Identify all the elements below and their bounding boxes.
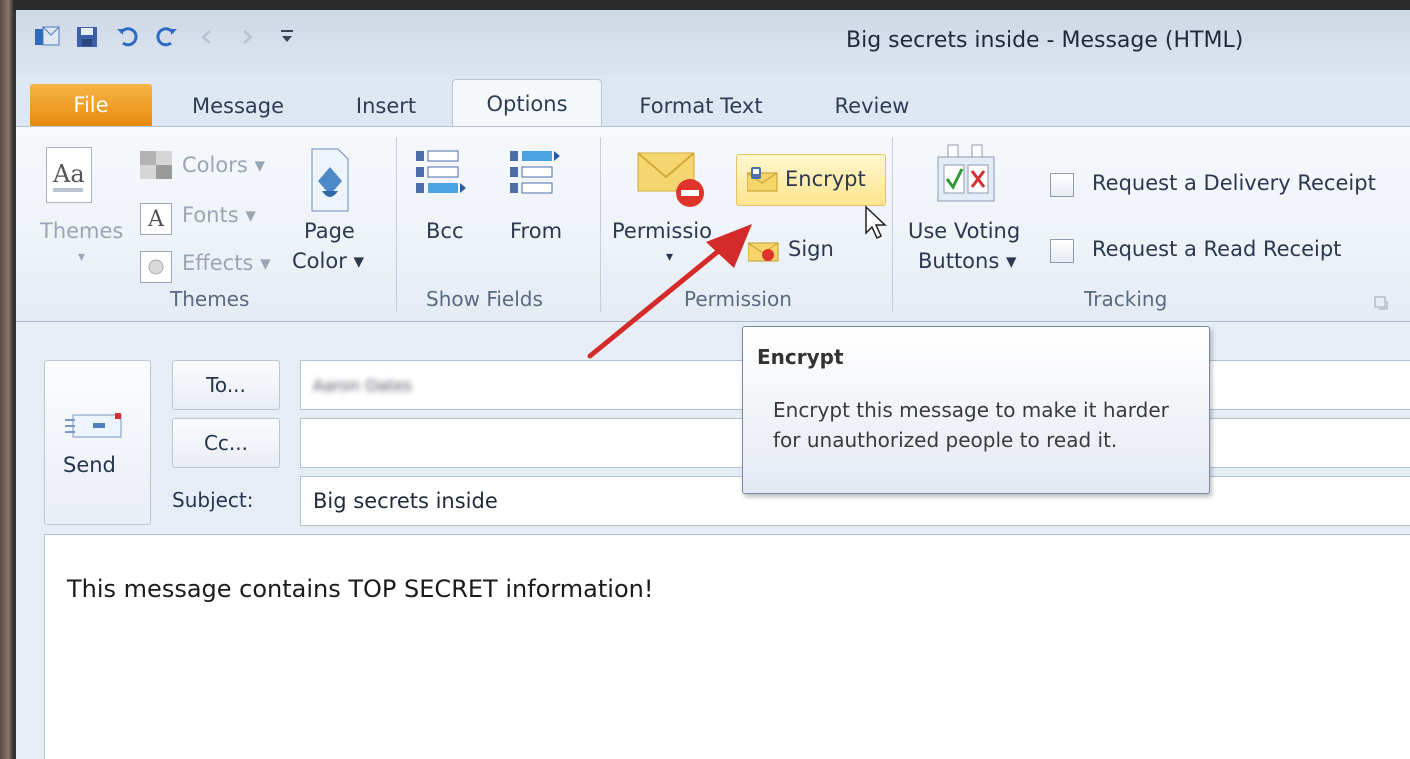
colors-icon: [140, 151, 174, 181]
send-label: Send: [63, 453, 116, 477]
annotation-arrow-icon: [587, 224, 752, 359]
back-icon[interactable]: [194, 24, 220, 50]
tab-options[interactable]: Options: [452, 79, 602, 127]
send-button[interactable]: Send: [44, 360, 151, 525]
tab-review[interactable]: Review: [822, 86, 922, 126]
save-icon[interactable]: [74, 24, 100, 50]
effects-icon: [140, 251, 172, 283]
to-button[interactable]: To...: [172, 360, 280, 410]
tooltip-body: Encrypt this message to make it harder f…: [773, 398, 1169, 452]
window-frame-top: [0, 0, 1410, 10]
page-color-line1: Page: [304, 219, 355, 243]
send-icon: [65, 411, 127, 441]
fonts-icon: A: [140, 203, 172, 235]
from-icon: [506, 147, 566, 207]
tab-message[interactable]: Message: [174, 86, 302, 126]
title-bar: Big secrets inside - Message (HTML): [16, 10, 1410, 75]
encrypt-icon: [746, 167, 779, 193]
voting-line1: Use Voting: [908, 219, 1021, 243]
read-receipt-label[interactable]: Request a Read Receipt: [1092, 237, 1341, 261]
delivery-receipt-checkbox[interactable]: [1050, 173, 1074, 197]
from-button[interactable]: From: [510, 219, 562, 243]
window-title: Big secrets inside - Message (HTML): [846, 28, 1244, 53]
cc-button[interactable]: Cc...: [172, 418, 280, 468]
sign-button[interactable]: Sign: [788, 237, 834, 261]
group-separator: [396, 137, 397, 312]
themes-icon[interactable]: Aa: [46, 147, 92, 203]
themes-group-label: Themes: [170, 287, 250, 311]
tracking-group-label: Tracking: [1084, 287, 1168, 311]
ribbon-tabs: File Message Insert Options Format Text …: [16, 76, 1410, 128]
colors-button[interactable]: Colors ▾: [182, 153, 265, 177]
page-color-icon: [308, 147, 352, 213]
show-fields-group-label: Show Fields: [426, 287, 543, 311]
to-recipient: Aaron Oates: [313, 375, 412, 395]
encrypt-label: Encrypt: [785, 167, 866, 191]
message-body[interactable]: This message contains TOP SECRET informa…: [44, 534, 1410, 759]
message-body-text: This message contains TOP SECRET informa…: [67, 575, 654, 603]
forward-icon[interactable]: [234, 24, 260, 50]
voting-buttons-button[interactable]: Buttons ▾: [918, 249, 1017, 273]
message-window: Big secrets inside - Message (HTML) File…: [14, 10, 1410, 759]
encrypt-button[interactable]: Encrypt: [736, 154, 886, 206]
bcc-button[interactable]: Bcc: [426, 219, 464, 243]
subject-label: Subject:: [172, 488, 254, 512]
encrypt-tooltip: Encrypt Encrypt this message to make it …: [742, 326, 1210, 494]
customize-icon[interactable]: [274, 24, 300, 50]
effects-button[interactable]: Effects ▾: [182, 251, 271, 275]
fonts-button[interactable]: Fonts ▾: [182, 203, 256, 227]
svg-text:Aa: Aa: [52, 160, 85, 188]
voting-label: Buttons: [918, 249, 1000, 273]
quick-access-toolbar: [34, 24, 300, 50]
delivery-receipt-label[interactable]: Request a Delivery Receipt: [1092, 171, 1376, 195]
undo-icon[interactable]: [114, 24, 140, 50]
colors-label: Colors: [182, 153, 248, 177]
dialog-launcher-icon[interactable]: [1374, 295, 1388, 310]
read-receipt-checkbox[interactable]: [1050, 239, 1074, 263]
voting-buttons-icon: [934, 143, 998, 207]
themes-dropdown-arrow: ▾: [78, 249, 86, 265]
window-frame-left: [0, 0, 14, 759]
effects-label: Effects: [182, 251, 254, 275]
tab-insert[interactable]: Insert: [336, 86, 436, 126]
page-color-button[interactable]: Color ▾: [292, 249, 364, 273]
tab-format-text[interactable]: Format Text: [626, 86, 776, 126]
page-color-label: Color: [292, 249, 347, 273]
tab-file[interactable]: File: [30, 84, 152, 126]
themes-button[interactable]: Themes: [40, 219, 123, 243]
bcc-icon: [412, 147, 468, 207]
group-separator: [892, 137, 893, 312]
permission-icon: [636, 147, 708, 211]
mouse-cursor-icon: [864, 205, 890, 241]
outlook-icon[interactable]: [34, 24, 60, 50]
redo-icon[interactable]: [154, 24, 180, 50]
fonts-label: Fonts: [182, 203, 239, 227]
